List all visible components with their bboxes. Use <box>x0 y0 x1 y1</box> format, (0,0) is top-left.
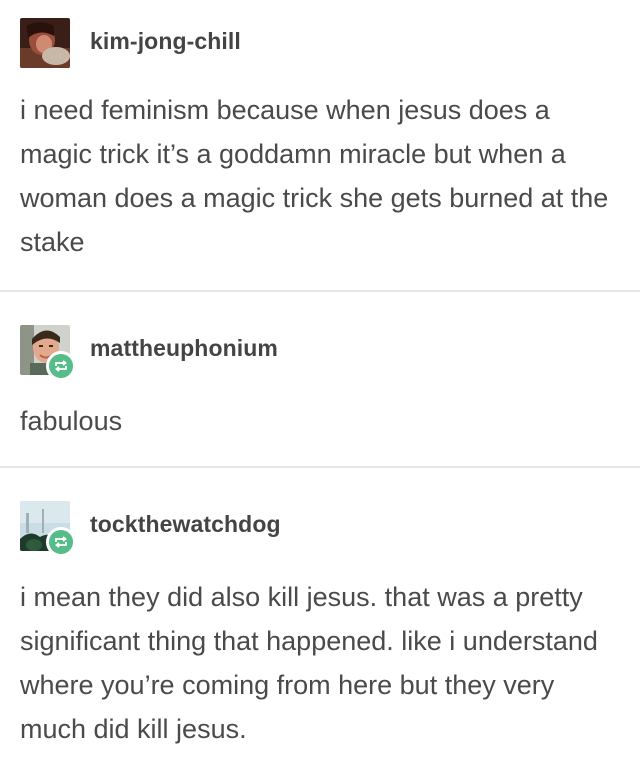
reblog-icon <box>55 536 67 548</box>
post-mattheuphonium: mattheuphonium fabulous <box>0 290 640 466</box>
reblog-badge <box>46 527 76 557</box>
post-header: kim-jong-chill <box>0 18 640 70</box>
post-text: fabulous <box>20 406 123 436</box>
reblog-icon <box>55 360 67 372</box>
post-kim-jong-chill: kim-jong-chill i need feminism because w… <box>0 0 640 290</box>
post-text: i need feminism because when jesus does … <box>20 95 609 257</box>
post-text: i mean they did also kill jesus. that wa… <box>20 582 598 744</box>
avatar[interactable] <box>20 18 70 68</box>
post-header: mattheuphonium <box>0 325 640 381</box>
post-header: tockthewatchdog <box>0 501 640 557</box>
username[interactable]: kim-jong-chill <box>90 28 241 55</box>
username[interactable]: tockthewatchdog <box>90 511 281 538</box>
username[interactable]: mattheuphonium <box>90 335 278 362</box>
reblog-badge <box>46 351 76 381</box>
post-tockthewatchdog: tockthewatchdog i mean they did also kil… <box>0 466 640 776</box>
